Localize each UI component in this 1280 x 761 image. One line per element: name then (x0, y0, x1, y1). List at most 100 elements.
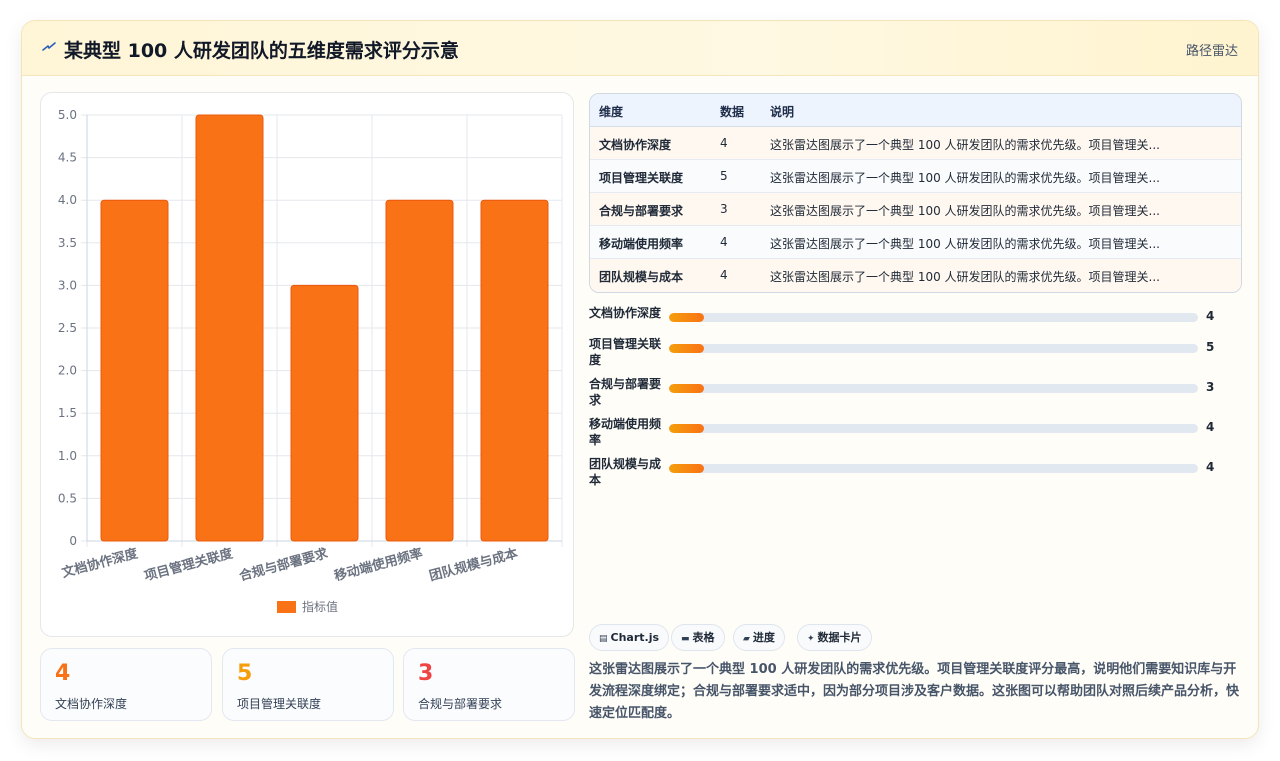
cell-description: 这张雷达图展示了一个典型 100 人研发团队的需求优先级。项目管理关... (770, 138, 1160, 152)
x-tick-label: 项目管理关联度 (142, 545, 235, 584)
x-tick-label: 文档协作深度 (60, 545, 140, 581)
header: 某典型 100 人研发团队的五维度需求评分示意 路径雷达 (22, 21, 1258, 76)
cell-description: 这张雷达图展示了一个典型 100 人研发团队的需求优先级。项目管理关... (770, 204, 1160, 218)
y-tick-label: 4.0 (58, 193, 77, 207)
tag-label: 表格 (692, 631, 715, 644)
x-tick-label: 移动端使用频率 (332, 545, 424, 584)
bar (195, 114, 264, 542)
y-tick-label: 3.5 (58, 236, 77, 250)
table-row: 移动端使用频率 4 这张雷达图展示了一个典型 100 人研发团队的需求优先级。项… (590, 226, 1241, 259)
bar (290, 284, 359, 542)
x-tick-label: 合规与部署要求 (237, 545, 330, 584)
progress-track (669, 384, 1198, 393)
progress-value: 5 (1206, 340, 1215, 354)
bar-chart-svg: 0 0.5 1.0 1.5 2.0 2.5 3.0 3.5 4.0 4.5 5.0 文档协作深度 项目管… (58, 108, 563, 614)
page-title: 某典型 100 人研发团队的五维度需求评分示意 (64, 40, 459, 62)
progress-label: 项目管理关联度 (589, 337, 662, 367)
bar (480, 199, 549, 542)
stat-card-3: 3 合规与部署要求 (403, 648, 575, 721)
column-header: 维度 (599, 105, 624, 119)
progress-track (669, 424, 1198, 433)
cell-description: 这张雷达图展示了一个典型 100 人研发团队的需求优先级。项目管理关... (770, 237, 1160, 251)
progress-track (669, 464, 1198, 473)
description-text: 这张雷达图展示了一个典型 100 人研发团队的需求优先级。项目管理关联度评分最高… (589, 662, 1240, 721)
progress-value: 3 (1206, 380, 1215, 394)
y-tick-label: 5.0 (58, 108, 77, 122)
cell-value: 4 (720, 268, 728, 282)
x-tick-label: 团队规模与成本 (427, 545, 519, 584)
tag-label: 数据卡片 (817, 631, 862, 644)
tag-progress[interactable]: ▰ 进度 (733, 624, 785, 651)
y-tick-label: 1.5 (58, 406, 77, 420)
table-row: 项目管理关联度 5 这张雷达图展示了一个典型 100 人研发团队的需求优先级。项… (590, 160, 1241, 193)
bar (100, 199, 169, 542)
progress-row: 移动端使用频率 4 (589, 416, 1229, 447)
dashboard-card: 某典型 100 人研发团队的五维度需求评分示意 路径雷达 0 0.5 1.0 1.5 2… (21, 20, 1259, 739)
stat-label: 文档协作深度 (55, 697, 128, 711)
chart-icon: ▤ (599, 634, 608, 644)
cell-dimension: 团队规模与成本 (599, 270, 684, 284)
y-tick-label: 2.5 (58, 321, 77, 335)
progress-value: 4 (1206, 309, 1215, 323)
progress-value: 4 (1206, 420, 1215, 434)
progress-track (669, 344, 1198, 353)
cell-description: 这张雷达图展示了一个典型 100 人研发团队的需求优先级。项目管理关... (770, 270, 1160, 284)
route-link[interactable]: 路径雷达 (1186, 40, 1238, 59)
tag-data-card[interactable]: ✦ 数据卡片 (797, 624, 872, 651)
sparkle-icon: ✦ (807, 634, 815, 644)
y-tick-label: 1.0 (58, 449, 77, 463)
table-row: 文档协作深度 4 这张雷达图展示了一个典型 100 人研发团队的需求优先级。项目… (590, 127, 1241, 160)
y-tick-label: 0.5 (58, 491, 77, 505)
stat-value: 3 (418, 661, 434, 686)
progress-fill (669, 424, 704, 433)
progress-label: 文档协作深度 (589, 306, 662, 320)
bar (385, 199, 454, 542)
tag-table[interactable]: ▬ 表格 (671, 624, 725, 651)
cell-dimension: 移动端使用频率 (599, 237, 684, 251)
tag-chartjs[interactable]: ▤ Chart.js (589, 624, 670, 651)
table-header: 维度 数据 说明 (590, 94, 1241, 127)
bar-chart: 0 0.5 1.0 1.5 2.0 2.5 3.0 3.5 4.0 4.5 5.0 文档协作深度 项目管… (40, 92, 574, 637)
table-row: 团队规模与成本 4 这张雷达图展示了一个典型 100 人研发团队的需求优先级。项… (590, 259, 1241, 292)
data-table: 维度 数据 说明 文档协作深度 4 这张雷达图展示了一个典型 100 人研发团队… (589, 93, 1242, 293)
progress-row: 团队规模与成本 4 (589, 456, 1229, 487)
cell-value: 3 (720, 202, 728, 216)
progress-label: 移动端使用频率 (589, 417, 662, 447)
column-header: 数据 (720, 105, 745, 119)
stat-value: 4 (55, 661, 71, 686)
stat-label: 项目管理关联度 (237, 697, 322, 711)
cell-dimension: 文档协作深度 (599, 138, 672, 152)
progress-fill (669, 464, 704, 473)
stat-card-1: 4 文档协作深度 (40, 648, 212, 721)
cell-value: 4 (720, 136, 728, 150)
table-icon: ▬ (681, 634, 690, 644)
cell-value: 5 (720, 169, 728, 183)
progress-row: 合规与部署要求 3 (589, 376, 1229, 407)
progress-row: 项目管理关联度 5 (589, 336, 1229, 367)
y-tick-label: 0 (69, 534, 77, 548)
progress-track (669, 313, 1198, 322)
progress-row: 文档协作深度 4 (589, 305, 1229, 335)
progress-icon: ▰ (743, 634, 750, 644)
legend-swatch (277, 601, 296, 613)
y-tick-label: 4.5 (58, 151, 77, 165)
progress-fill (669, 384, 704, 393)
cell-description: 这张雷达图展示了一个典型 100 人研发团队的需求优先级。项目管理关... (770, 171, 1160, 185)
cell-dimension: 项目管理关联度 (599, 171, 684, 185)
stat-card-2: 5 项目管理关联度 (222, 648, 394, 721)
stat-value: 5 (237, 661, 253, 686)
cell-value: 4 (720, 235, 728, 249)
lightning-icon (42, 42, 56, 51)
progress-value: 4 (1206, 460, 1215, 474)
y-tick-label: 3.0 (58, 278, 77, 292)
column-header: 说明 (770, 105, 795, 119)
progress-label: 合规与部署要求 (589, 377, 662, 407)
cell-dimension: 合规与部署要求 (599, 204, 684, 218)
legend-label: 指标值 (302, 599, 338, 614)
progress-label: 团队规模与成本 (589, 457, 662, 487)
stat-label: 合规与部署要求 (418, 697, 503, 711)
tag-label: Chart.js (610, 631, 660, 644)
table-row: 合规与部署要求 3 这张雷达图展示了一个典型 100 人研发团队的需求优先级。项… (590, 193, 1241, 226)
progress-fill (669, 313, 704, 322)
y-tick-label: 2.0 (58, 364, 77, 378)
